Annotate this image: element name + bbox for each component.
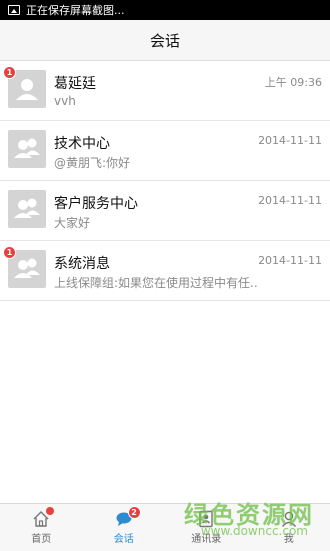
status-text: 正在保存屏幕截图... bbox=[26, 2, 125, 18]
tab-label: 我 bbox=[284, 530, 294, 545]
tab-me[interactable]: 我 bbox=[248, 504, 330, 551]
conversation-preview: 大家好 bbox=[54, 214, 90, 231]
conversation-item[interactable]: 1 葛延廷 vvh 上午 09:36 bbox=[0, 61, 330, 121]
group-avatar-icon bbox=[8, 190, 46, 228]
conversation-time: 2014-11-11 bbox=[258, 134, 322, 147]
screenshot-icon bbox=[8, 5, 20, 15]
conversation-name: 葛延廷 bbox=[54, 73, 96, 93]
conversation-name: 系统消息 bbox=[54, 253, 110, 273]
contacts-icon bbox=[197, 510, 215, 528]
tab-label: 会话 bbox=[114, 530, 134, 545]
conversation-time: 2014-11-11 bbox=[258, 194, 322, 207]
tab-label: 首页 bbox=[31, 530, 51, 545]
conversation-item[interactable]: 1 系统消息 上线保障组:如果您在使用过程中有任.. 2014-11-11 bbox=[0, 241, 330, 301]
status-bar: 正在保存屏幕截图... bbox=[0, 0, 330, 20]
conversation-time: 上午 09:36 bbox=[265, 74, 322, 90]
tab-badge: 2 bbox=[128, 506, 141, 519]
page-title: 会话 bbox=[150, 30, 180, 51]
tab-contacts[interactable]: 通讯录 bbox=[165, 504, 248, 551]
notification-dot bbox=[46, 507, 54, 515]
tab-conversations[interactable]: 2 会话 bbox=[83, 504, 166, 551]
conversation-item[interactable]: 技术中心 @黄朋飞:你好 2014-11-11 bbox=[0, 121, 330, 181]
conversation-list: 1 葛延廷 vvh 上午 09:36 技术中心 @黄朋飞:你好 2014-11-… bbox=[0, 61, 330, 301]
unread-badge: 1 bbox=[3, 246, 16, 259]
tab-label: 通讯录 bbox=[191, 530, 221, 545]
conversation-name: 客户服务中心 bbox=[54, 193, 138, 213]
profile-icon bbox=[280, 510, 298, 528]
conversation-preview: vvh bbox=[54, 94, 76, 108]
tab-home[interactable]: 首页 bbox=[0, 504, 83, 551]
conversation-preview: 上线保障组:如果您在使用过程中有任.. bbox=[54, 274, 258, 291]
group-avatar-icon bbox=[8, 130, 46, 168]
bottom-tab-bar: 首页 2 会话 通讯录 我 bbox=[0, 503, 330, 551]
conversation-preview: @黄朋飞:你好 bbox=[54, 154, 130, 171]
conversation-time: 2014-11-11 bbox=[258, 254, 322, 267]
conversation-item[interactable]: 客户服务中心 大家好 2014-11-11 bbox=[0, 181, 330, 241]
unread-badge: 1 bbox=[3, 66, 16, 79]
title-bar: 会话 bbox=[0, 20, 330, 61]
conversation-name: 技术中心 bbox=[54, 133, 110, 153]
